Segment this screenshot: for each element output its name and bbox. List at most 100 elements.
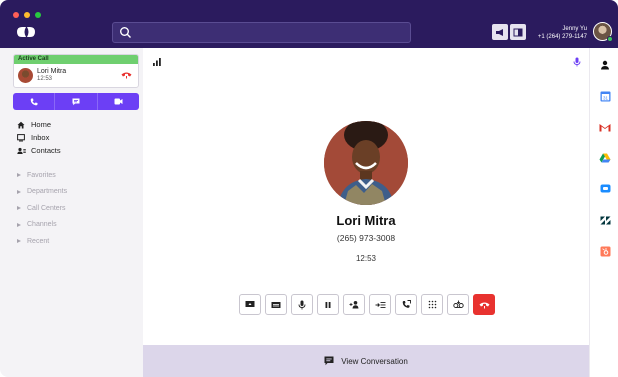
contact-photo <box>324 121 408 205</box>
rail-drive[interactable] <box>599 152 611 164</box>
search-input[interactable] <box>137 25 405 40</box>
expand-arrow-icon <box>17 189 21 194</box>
group-label: Call Centers <box>27 204 66 212</box>
minimize-window-button[interactable] <box>24 12 30 18</box>
phone-icon <box>30 98 38 105</box>
hold-button[interactable] <box>317 294 339 315</box>
add-caller-icon <box>349 301 358 309</box>
home-icon <box>17 121 25 128</box>
video-icon <box>114 98 123 105</box>
nav-label: Home <box>31 120 52 129</box>
app-window: Jenny Yu +1 (264) 279-1147 Active Call L… <box>0 0 618 377</box>
window-controls <box>13 12 41 18</box>
user-phone: +1 (264) 279-1147 <box>537 34 587 40</box>
group-departments[interactable]: Departments <box>17 184 67 201</box>
mute-icon <box>298 300 306 309</box>
message-icon <box>324 356 334 366</box>
mute-button[interactable] <box>291 294 313 315</box>
nav-item-inbox[interactable]: Inbox <box>16 131 61 144</box>
gmail-icon <box>599 123 611 131</box>
contact-avatar <box>324 121 408 205</box>
top-bar: Jenny Yu +1 (264) 279-1147 <box>0 0 618 48</box>
message-icon <box>72 98 80 105</box>
announcement-button[interactable] <box>492 24 508 40</box>
nav-item-contacts[interactable]: Contacts <box>16 144 61 157</box>
zendesk-icon <box>600 216 610 224</box>
sidebar-groups: Favorites Departments Call Centers Chann… <box>17 167 67 250</box>
svg-text:31: 31 <box>602 95 608 100</box>
transfer-button[interactable] <box>369 294 391 315</box>
group-label: Channels <box>27 221 57 229</box>
group-channels[interactable]: Channels <box>17 217 67 234</box>
integrations-rail: 31 <box>589 48 618 377</box>
call-panel: Lori Mitra (265) 973-3008 12:53 View Con… <box>143 48 589 377</box>
keypad-text-button[interactable] <box>265 294 287 315</box>
call-forward-button[interactable] <box>395 294 417 315</box>
group-favorites[interactable]: Favorites <box>17 167 67 184</box>
hold-icon <box>325 301 331 308</box>
video-button[interactable] <box>98 93 139 110</box>
caller-name: Lori Mitra <box>37 68 67 75</box>
rail-gmail[interactable] <box>599 121 611 133</box>
rail-hubspot[interactable] <box>599 245 611 257</box>
view-conversation-button[interactable]: View Conversation <box>143 345 589 377</box>
screen-share-icon <box>245 301 255 307</box>
maximize-window-button[interactable] <box>35 12 41 18</box>
search-bar[interactable] <box>112 22 411 43</box>
dialpad-button[interactable] <box>421 294 443 315</box>
sidebar-toggle-button[interactable] <box>510 24 526 40</box>
rail-contact[interactable] <box>599 59 611 71</box>
group-label: Favorites <box>27 171 56 179</box>
contact-icon <box>601 60 609 70</box>
expand-arrow-icon <box>17 206 21 211</box>
contact-phone: (265) 973-3008 <box>336 233 396 243</box>
nav-item-home[interactable]: Home <box>16 118 61 131</box>
hang-up-icon[interactable] <box>121 71 132 79</box>
rail-chat[interactable] <box>599 183 611 195</box>
call-duration: 12:53 <box>37 76 53 82</box>
expand-arrow-icon <box>17 222 21 227</box>
view-conversation-label: View Conversation <box>341 356 408 366</box>
active-call-header: Active Call <box>14 55 138 64</box>
hang-up-icon <box>479 302 489 308</box>
user-name: Jenny Yu <box>562 26 587 32</box>
dialpad-icon <box>428 300 436 309</box>
rail-calendar[interactable]: 31 <box>599 90 611 102</box>
contacts-icon <box>16 147 26 154</box>
main-nav: Home Inbox Contacts <box>16 118 61 157</box>
calendar-icon: 31 <box>600 91 610 101</box>
sidebar-toggle-icon <box>513 28 523 36</box>
megaphone-icon <box>496 28 503 36</box>
rail-zendesk[interactable] <box>599 214 611 226</box>
call-button[interactable] <box>13 93 56 110</box>
sidebar: Active Call Lori Mitra 12:53 Home Inbox … <box>10 48 142 377</box>
call-controls <box>239 294 495 315</box>
close-window-button[interactable] <box>13 12 19 18</box>
call-forward-icon <box>402 300 411 308</box>
screen-share-button[interactable] <box>239 294 261 315</box>
current-user-info: Jenny Yu +1 (264) 279-1147 <box>538 25 587 41</box>
group-call-centers[interactable]: Call Centers <box>17 200 67 217</box>
hubspot-icon <box>600 246 610 256</box>
signal-strength-icon[interactable] <box>153 58 161 66</box>
group-recent[interactable]: Recent <box>17 233 67 250</box>
message-button[interactable] <box>55 93 98 110</box>
dialpad-logo-icon <box>17 27 35 37</box>
microphone-icon[interactable] <box>573 57 581 67</box>
keypad-text-icon <box>271 301 281 308</box>
voicemail-drop-icon <box>452 300 464 308</box>
hang-up-button[interactable] <box>473 294 495 315</box>
group-label: Recent <box>27 237 50 245</box>
chat-icon <box>600 184 610 193</box>
call-action-bar <box>13 93 139 110</box>
add-caller-button[interactable] <box>343 294 365 315</box>
expand-arrow-icon <box>17 239 21 244</box>
expand-arrow-icon <box>17 173 21 178</box>
search-icon <box>120 27 131 38</box>
nav-label: Contacts <box>31 146 61 155</box>
active-call-card[interactable]: Active Call Lori Mitra 12:53 <box>13 54 139 88</box>
caller-avatar <box>18 68 33 83</box>
voicemail-drop-button[interactable] <box>447 294 469 315</box>
status-indicator <box>607 36 613 42</box>
nav-label: Inbox <box>31 133 50 142</box>
